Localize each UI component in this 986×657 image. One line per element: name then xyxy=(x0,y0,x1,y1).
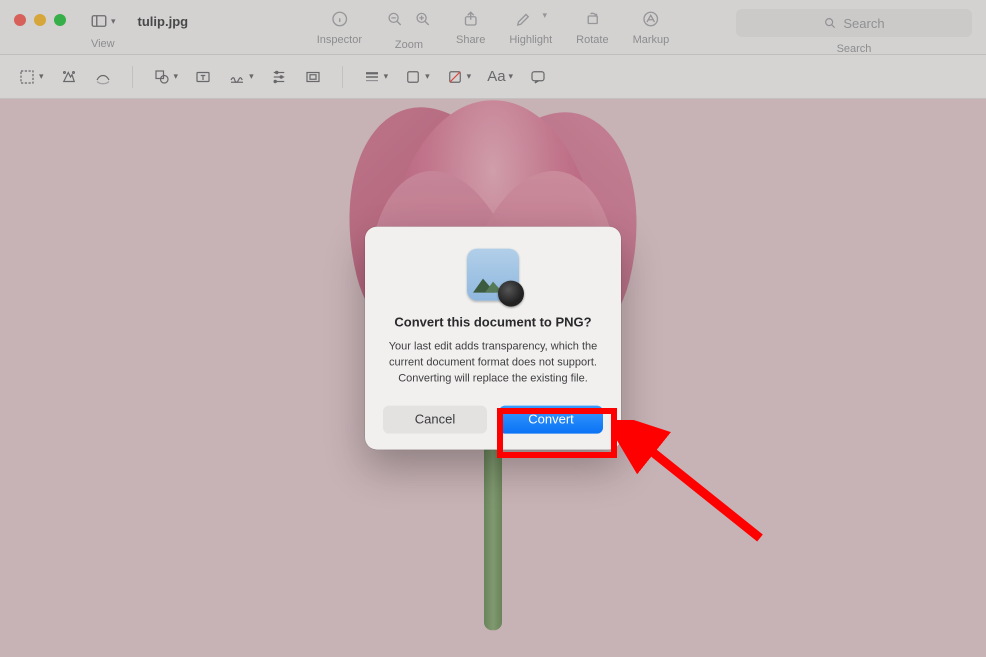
shapes-tool[interactable]: ▾ xyxy=(153,68,179,86)
minimize-window-button[interactable] xyxy=(34,14,46,26)
convert-dialog: Convert this document to PNG? Your last … xyxy=(365,227,621,450)
annotate-tool[interactable] xyxy=(529,68,547,86)
dialog-title: Convert this document to PNG? xyxy=(383,315,603,330)
shape-style-tool[interactable]: ▾ xyxy=(363,68,389,86)
dialog-message: Your last edit adds transparency, which … xyxy=(383,340,603,388)
share-label: Share xyxy=(456,34,485,46)
text-style-tool[interactable]: Aa▾ xyxy=(487,68,513,85)
share-button[interactable]: Share xyxy=(456,10,485,46)
traffic-lights xyxy=(14,14,66,26)
view-sidebar-icon[interactable]: ▾ xyxy=(86,10,120,32)
zoom-label: Zoom xyxy=(395,39,423,51)
text-tool[interactable] xyxy=(194,68,212,86)
inspector-button[interactable]: Inspector xyxy=(317,10,362,46)
selection-tool[interactable]: ▾ xyxy=(18,68,44,86)
cancel-button[interactable]: Cancel xyxy=(383,405,487,433)
markup-button[interactable]: Markup xyxy=(633,10,670,46)
inspector-label: Inspector xyxy=(317,34,362,46)
sign-tool[interactable]: ▾ xyxy=(228,68,254,86)
zoom-out-button[interactable] xyxy=(386,10,404,33)
search-label: Search xyxy=(837,43,872,55)
fill-color-tool[interactable]: ▾ xyxy=(446,68,472,86)
markup-label: Markup xyxy=(633,34,670,46)
markup-toolbar: ▾ ▾ ▾ ▾ ▾ ▾ Aa▾ xyxy=(0,55,986,99)
rotate-label: Rotate xyxy=(576,34,608,46)
search-placeholder: Search xyxy=(843,16,884,31)
zoom-in-button[interactable] xyxy=(414,10,432,33)
search-icon xyxy=(823,16,837,30)
instant-alpha-tool[interactable] xyxy=(60,68,78,86)
zoom-group: Zoom xyxy=(386,10,432,51)
highlight-label: Highlight xyxy=(509,34,552,46)
center-toolbar: Inspector Zoom Share ▾ Highlight Rotate … xyxy=(317,10,670,51)
border-color-tool[interactable]: ▾ xyxy=(404,68,430,86)
chevron-down-icon: ▾ xyxy=(542,10,547,28)
view-menu[interactable]: ▾ View xyxy=(86,10,120,50)
adjust-color-tool[interactable] xyxy=(270,68,288,86)
titlebar: ▾ View tulip.jpg Inspector Zoom Share ▾ … xyxy=(0,0,986,55)
document-title: tulip.jpg xyxy=(138,14,189,29)
chevron-down-icon: ▾ xyxy=(111,16,116,27)
close-window-button[interactable] xyxy=(14,14,26,26)
rotate-button[interactable]: Rotate xyxy=(576,10,608,46)
adjust-size-tool[interactable] xyxy=(304,68,322,86)
convert-button[interactable]: Convert xyxy=(499,405,603,433)
preview-app-icon xyxy=(467,249,519,301)
search-field[interactable]: Search xyxy=(736,9,972,37)
view-label: View xyxy=(91,38,115,50)
highlight-button[interactable]: ▾ Highlight xyxy=(509,10,552,46)
fullscreen-window-button[interactable] xyxy=(54,14,66,26)
sketch-tool[interactable] xyxy=(94,68,112,86)
